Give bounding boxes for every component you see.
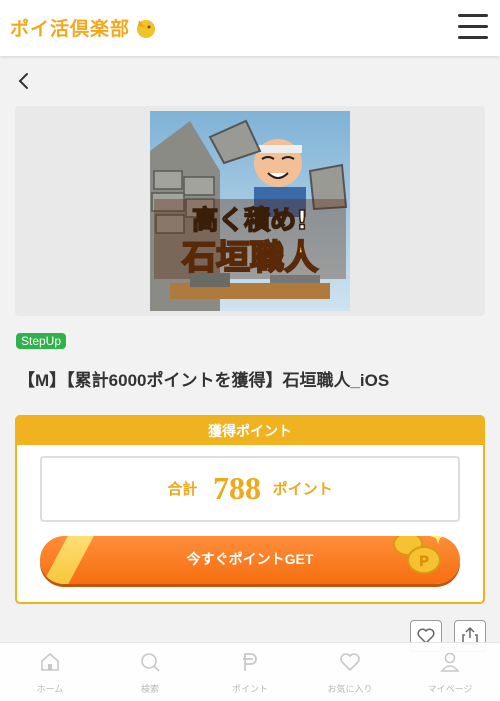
game-artwork-image: 高く積め! 石垣職人	[150, 111, 350, 311]
get-points-button-label: 今すぐポイントGET	[186, 551, 314, 567]
user-icon	[440, 652, 460, 672]
tab-points[interactable]: ポイント	[200, 643, 300, 701]
button-highlight-stripe	[40, 536, 96, 584]
site-logo[interactable]: ポイ活倶楽部	[10, 14, 158, 41]
points-unit: ポイント	[272, 481, 333, 498]
offer-banner: 高く積め! 石垣職人	[15, 106, 485, 316]
total-points-box: 合計 788 ポイント	[40, 456, 460, 522]
tab-search[interactable]: 検索	[100, 643, 200, 701]
points-panel: 獲得ポイント 合計 788 ポイント 今すぐポイントGET P	[15, 415, 485, 604]
hamburger-menu-button[interactable]	[458, 14, 488, 40]
chevron-left-icon	[18, 73, 28, 89]
coin-icon: P	[393, 536, 446, 574]
back-button[interactable]	[14, 70, 36, 92]
logo-text: ポイ活倶楽部	[10, 18, 131, 40]
tab-mypage[interactable]: マイページ	[400, 643, 500, 701]
search-icon	[141, 653, 160, 672]
point-p-icon	[243, 653, 257, 671]
offer-title: 【M】【累計6000ポイントを獲得】石垣職人_iOS	[18, 371, 390, 390]
banner-headline-line1: 高く積め!	[192, 205, 308, 236]
total-points-value: 788	[213, 470, 261, 506]
hamburger-icon	[458, 14, 488, 17]
bottom-tab-bar: ホーム 検索 ポイント お気に入り マイページ	[0, 642, 500, 701]
points-panel-header: 獲得ポイント	[17, 417, 483, 445]
svg-text:P: P	[419, 554, 429, 570]
app-header: ポイ活倶楽部	[0, 0, 500, 56]
tab-mypage-label: マイページ	[427, 684, 473, 694]
get-points-button[interactable]: 今すぐポイントGET P	[40, 536, 460, 584]
total-label: 合計	[167, 481, 198, 498]
stepup-tag: StepUp	[16, 333, 67, 349]
logo-mark-icon	[137, 19, 156, 38]
tab-home[interactable]: ホーム	[0, 643, 100, 701]
tab-search-label: 検索	[140, 684, 159, 694]
home-icon	[41, 652, 59, 671]
heart-icon	[340, 653, 360, 672]
banner-headline-line2: 石垣職人	[181, 238, 318, 278]
tab-favorites[interactable]: お気に入り	[300, 643, 400, 701]
tab-favorites-label: お気に入り	[327, 684, 373, 694]
tab-points-label: ポイント	[231, 684, 268, 694]
tab-home-label: ホーム	[36, 684, 64, 694]
